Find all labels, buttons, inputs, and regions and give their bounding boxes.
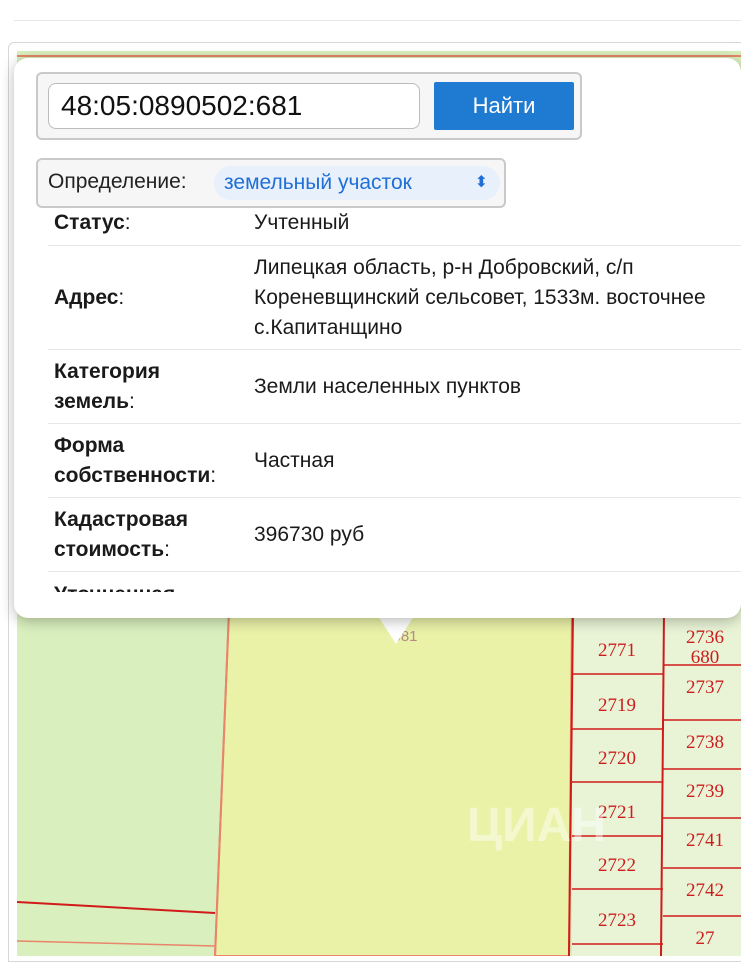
info-popup: Найти Определение: земельный участок ⬍ С… — [14, 58, 741, 618]
info-row: Кадастровая стоимость: 396730 руб — [48, 498, 741, 572]
info-value: Учтенный — [248, 200, 741, 246]
top-divider — [14, 20, 741, 21]
info-key-text: Форма собственности — [54, 433, 211, 487]
boundary-line-bottom — [17, 940, 216, 947]
info-key-colon: : — [129, 389, 135, 413]
info-key: Категория земель: — [48, 350, 248, 424]
plot-number-label: 2741 — [686, 830, 724, 851]
info-key-colon: : — [124, 210, 131, 234]
info-value: Липецкая область, р-н Добровский, с/п Ко… — [248, 246, 741, 350]
updown-chevron-icon: ⬍ — [474, 174, 488, 191]
plot-number-label: 2719 — [598, 695, 636, 716]
plot-number-label: 2722 — [598, 855, 636, 876]
info-key: Кадастровая стоимость: — [48, 498, 248, 572]
info-key: Адрес: — [48, 246, 248, 350]
plot-number-label: 2742 — [686, 880, 724, 901]
search-panel: Найти — [36, 72, 582, 140]
plot-number-label: 2737 — [686, 677, 724, 698]
red-line-bottom — [17, 901, 216, 914]
watermark-text: ЦИАН — [467, 799, 606, 852]
plot-number-label: 2771 — [598, 640, 636, 661]
info-key-text: Уточненная — [54, 583, 175, 593]
plot-number-label: 2720 — [598, 748, 636, 769]
popup-pointer — [378, 616, 414, 644]
definition-label: Определение: — [48, 170, 187, 193]
info-key: Форма собственности: — [48, 424, 248, 498]
info-row: Категория земель: Земли населенных пункто… — [48, 350, 741, 424]
definition-select[interactable]: земельный участок ⬍ — [214, 166, 500, 200]
info-row: Форма собственности: Частная — [48, 424, 741, 498]
plot-number-label: 2739 — [686, 781, 724, 802]
info-key-colon: : — [210, 463, 217, 487]
info-key-colon: : — [118, 285, 125, 309]
info-row: Уточненная — [48, 572, 741, 593]
cadastral-number-input[interactable] — [48, 83, 420, 129]
info-key-text: Адрес — [54, 285, 119, 309]
info-key-text: Статус — [54, 210, 125, 234]
definition-selected-value: земельный участок — [224, 171, 412, 194]
info-key-colon: : — [164, 537, 170, 561]
info-row: Статус: Учтенный — [48, 200, 741, 246]
plot-number-label: 27 — [696, 928, 715, 949]
info-table: Статус: Учтенный Адрес: Липецкая область, р… — [48, 200, 741, 592]
info-value: Частная — [248, 424, 741, 498]
info-table-scroll[interactable]: Статус: Учтенный Адрес: Липецкая область, р… — [48, 200, 741, 592]
info-key: Уточненная — [48, 572, 248, 593]
plot-number-label: 2738 — [686, 732, 724, 753]
info-value: 396730 руб — [248, 498, 741, 572]
selected-parcel[interactable] — [213, 610, 574, 956]
info-key: Статус: — [48, 200, 248, 246]
info-key-text: Категория земель — [54, 359, 161, 413]
find-button[interactable]: Найти — [434, 82, 574, 130]
plot-number-label: 2723 — [598, 910, 636, 931]
plot-number-label: 680 — [691, 647, 720, 668]
plot-number-label: 2736 — [686, 627, 724, 648]
info-row: Адрес: Липецкая область, р-н Добровский, … — [48, 246, 741, 350]
info-value — [248, 572, 741, 592]
info-value: Земли населенных пунктов — [248, 350, 741, 424]
